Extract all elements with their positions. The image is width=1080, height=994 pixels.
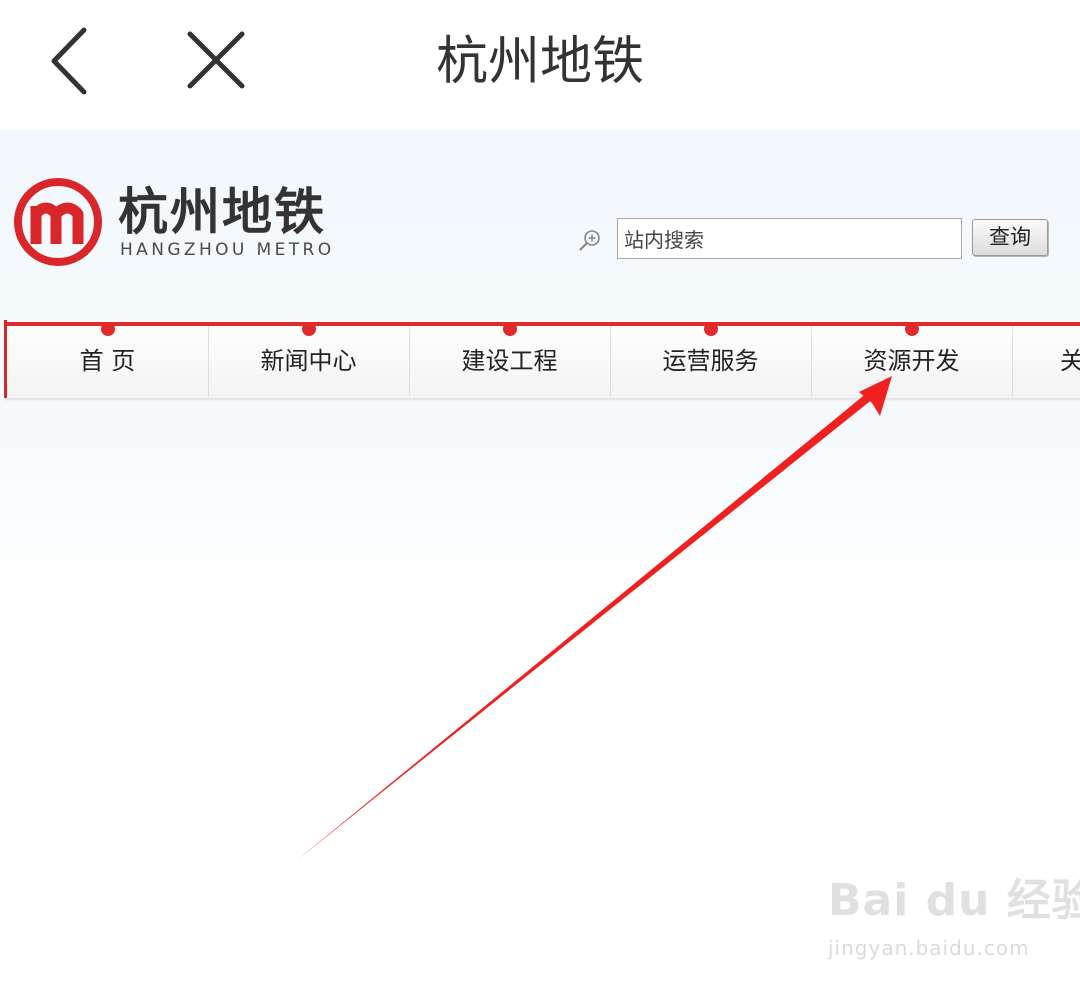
app-bar: 杭州地铁 [0,0,1080,130]
watermark-url: jingyan.baidu.com [828,936,1030,960]
nav-dot [904,322,919,336]
nav-item-label: 新闻中心 [260,347,357,375]
site-search-input[interactable] [617,218,962,259]
nav-item-about[interactable]: 关 [1012,326,1080,396]
app-title: 杭州地铁 [435,32,644,92]
search-button[interactable]: 查询 [972,219,1048,256]
nav-dot [301,322,316,336]
nav-item-news[interactable]: 新闻中心 [208,322,410,396]
site-brand-name: 杭州地铁 [118,183,326,241]
nav-item-label: 建设工程 [461,347,558,375]
main-nav: 首 页 新闻中心 建设工程 运营服务 资源开发 关 [4,320,1080,398]
nav-dot [502,322,517,336]
nav-item-label: 资源开发 [863,347,960,375]
nav-item-label: 首 页 [79,347,136,375]
watermark-logo: Bai du 经验 [828,875,1080,926]
nav-item-label: 运营服务 [662,347,759,375]
nav-item-operations[interactable]: 运营服务 [610,322,812,396]
nav-item-home[interactable]: 首 页 [7,322,209,396]
nav-item-construction[interactable]: 建设工程 [409,322,611,396]
magnifier-plus-icon [579,230,600,251]
hangzhou-metro-logo[interactable] [12,176,104,268]
site-brand-english: HANGZHOU METRO [120,240,335,260]
webview: 杭州地铁 HANGZHOU METRO 查询 首 页 新闻中心 建设工程 运营服… [0,130,1080,994]
nav-item-resource-development[interactable]: 资源开发 [811,322,1013,396]
nav-dot [100,322,115,336]
nav-dot [703,322,718,336]
nav-item-label: 关 [1060,347,1080,375]
baidu-jingyan-watermark: Bai du 经验 jingyan.baidu.com [828,872,1080,972]
